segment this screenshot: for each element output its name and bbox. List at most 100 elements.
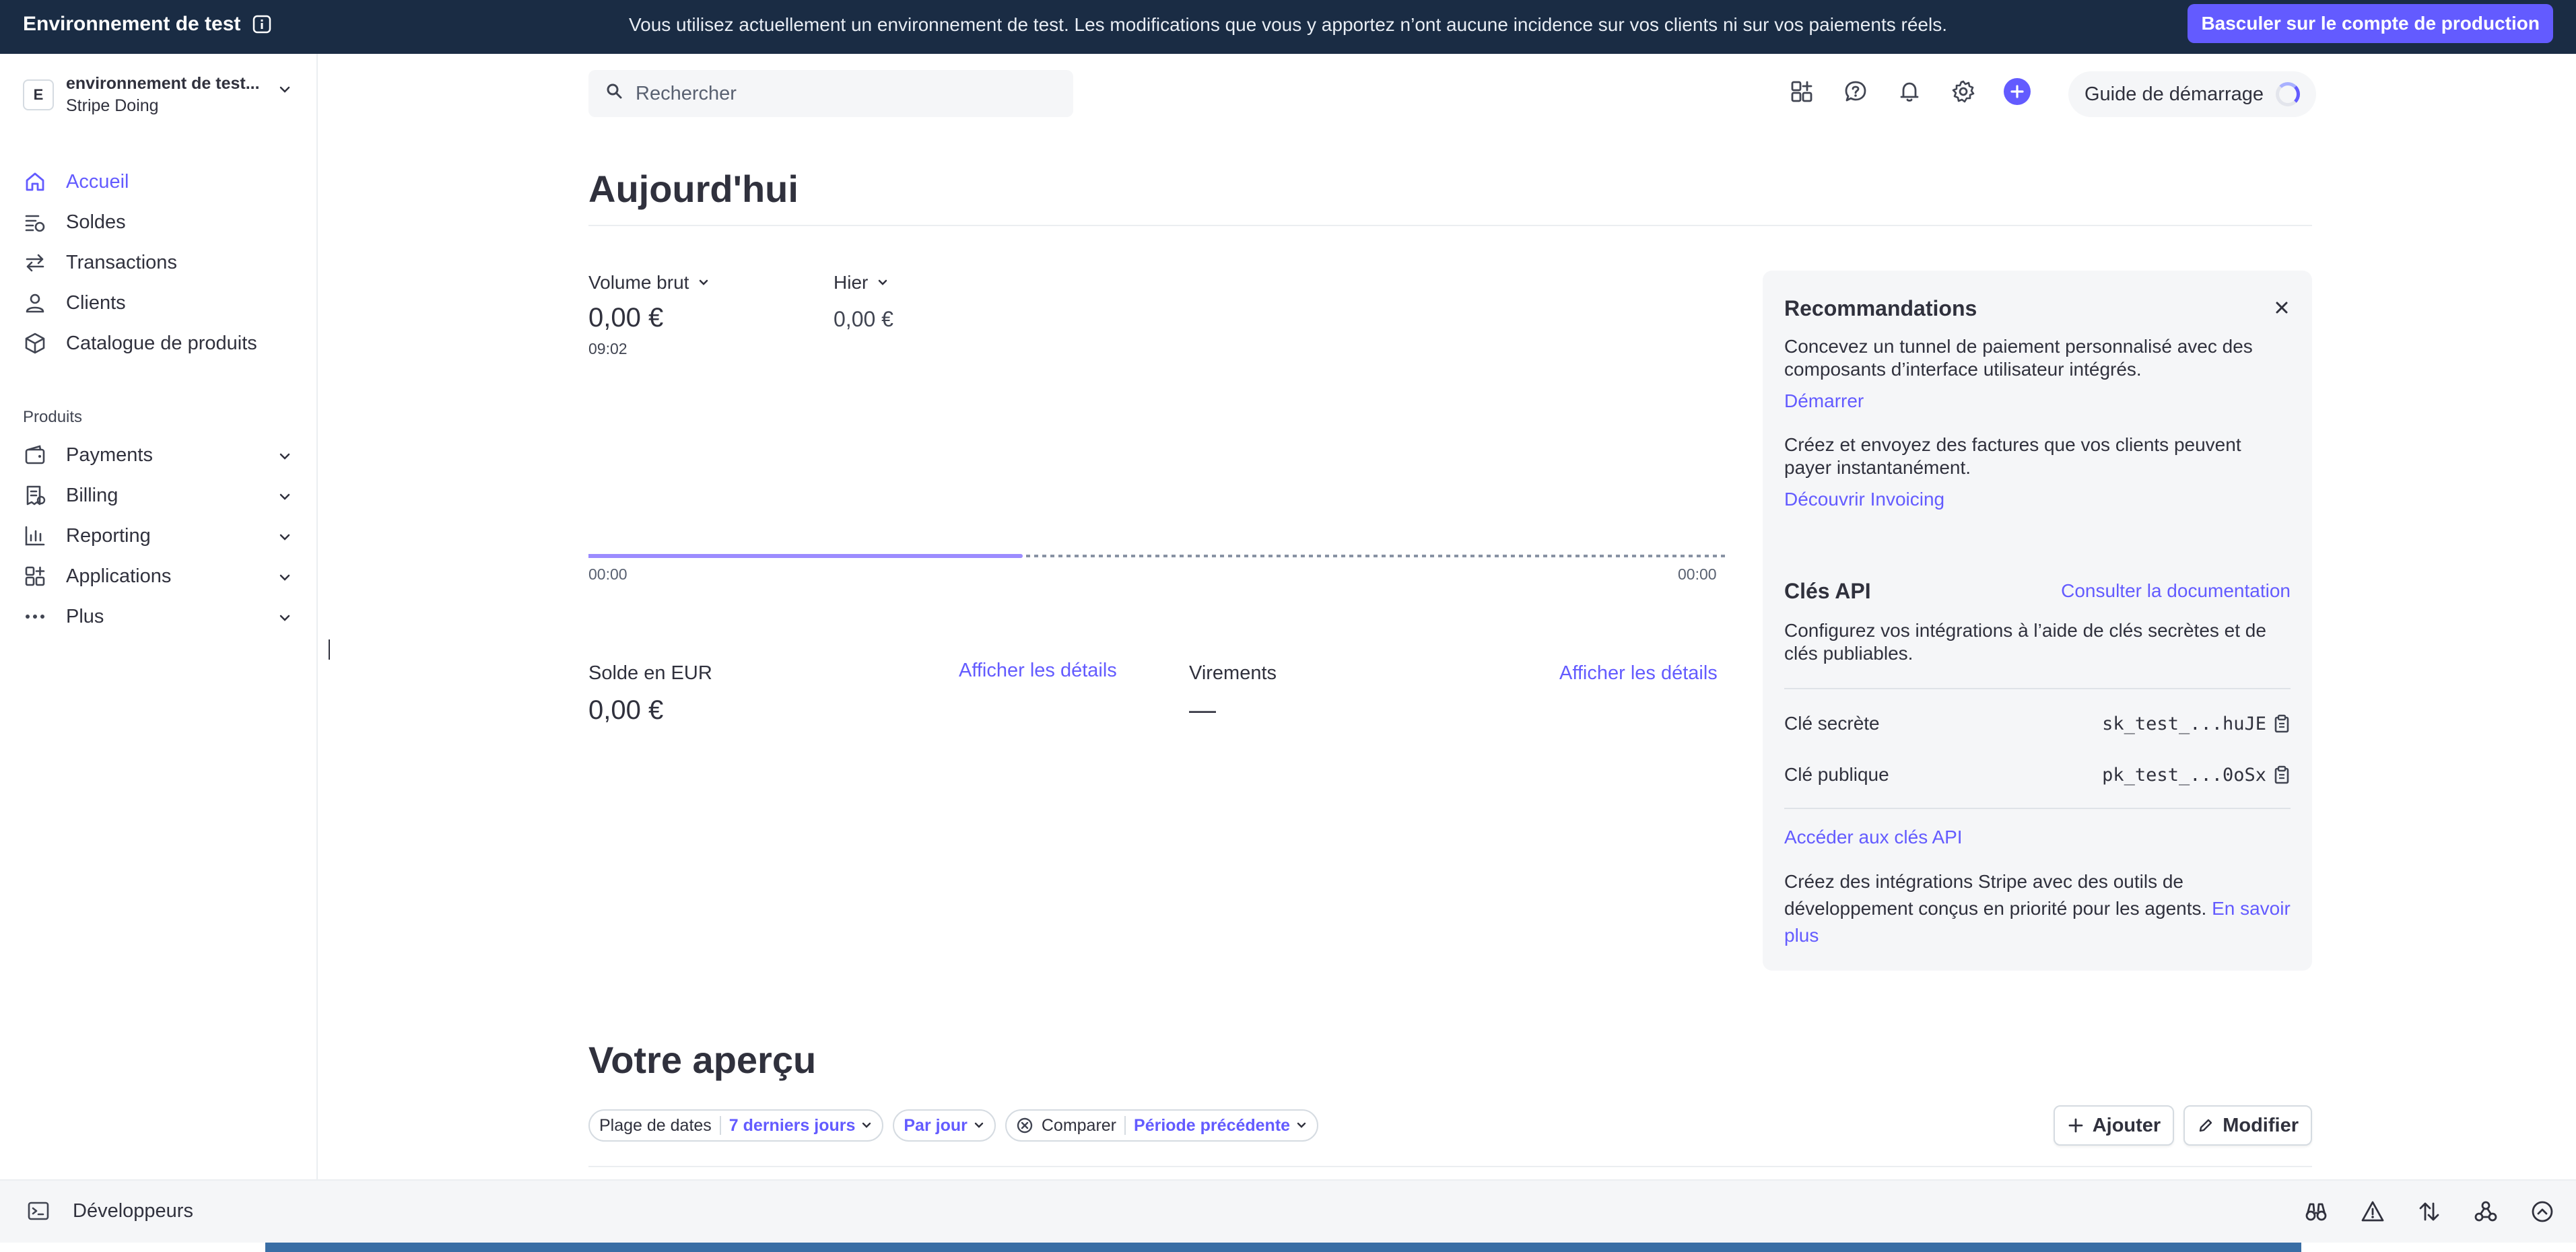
text-cursor [329,639,330,660]
secret-key-value: sk_test_...huJE [2102,713,2266,734]
sidebar-item-billing[interactable]: Billing [23,475,292,516]
recommendations-title: Recommandations [1784,296,1977,320]
gross-volume-time: 09:02 [588,340,628,357]
account-sub: Stripe Doing [66,96,159,115]
copy-icon[interactable] [2273,765,2291,785]
yesterday-metric: Hier 0,00 € [834,272,893,332]
plus-icon [2068,1118,2083,1133]
api-keys-link[interactable]: Accéder aux clés API [1784,827,1963,848]
divider [1124,1116,1126,1135]
sidebar-item-reporting[interactable]: Reporting [23,516,292,556]
terminal-icon [28,1202,49,1220]
warning-icon[interactable] [2359,1198,2386,1225]
public-key-row: Clé publique pk_test_...0oSx [1784,758,2291,792]
search-placeholder: Rechercher [636,82,737,104]
overview-actions: Ajouter Modifier [2053,1105,2312,1146]
date-range-filter[interactable]: Plage de dates 7 derniers jours [588,1109,884,1142]
sidebar-item-clients[interactable]: Clients [23,283,292,323]
binoculars-icon[interactable] [2303,1198,2330,1225]
developers-bar: Développeurs [0,1179,2576,1243]
close-icon[interactable] [2272,298,2292,318]
sidebar: E environnement de test... Stripe Doing … [0,54,318,1179]
balance-value: 0,00 € [588,695,664,725]
products-section-label: Produits [23,408,83,426]
sidebar-item-label: Catalogue de produits [66,332,257,354]
sidebar-item-transactions[interactable]: Transactions [23,242,292,283]
developer-tools [2303,1198,2556,1225]
sidebar-item-accueil[interactable]: Accueil [23,162,292,202]
account-switcher[interactable]: E environnement de test... Stripe Doing [23,74,292,116]
help-icon[interactable] [1842,78,1869,105]
sidebar-item-label: Payments [66,444,153,466]
setup-guide-button[interactable]: Guide de démarrage [2068,71,2316,117]
api-keys-text: Configurez vos intégrations à l’aide de … [1784,620,2266,664]
chevron-down-icon [277,447,292,469]
sidebar-item-soldes[interactable]: Soldes [23,202,292,242]
switch-to-live-button[interactable]: Basculer sur le compte de production [2188,4,2553,43]
compare-value-group: Période précédente [1134,1116,1308,1136]
chevron-down-icon [1297,1122,1306,1128]
public-key-label: Clé publique [1784,764,1889,785]
recommendation-1-link[interactable]: Démarrer [1784,390,1864,412]
compare-filter[interactable]: Comparer Période précédente [1005,1109,1319,1142]
sidebar-item-plus[interactable]: Plus [23,596,292,637]
balance-card: Solde en EUR 0,00 € [588,662,712,726]
comparison-selector[interactable]: Hier [834,272,893,293]
create-plus-icon[interactable] [2004,78,2031,105]
agents-text: Créez des intégrations Stripe avec des o… [1784,871,2207,919]
home-icon [23,170,47,194]
divider [588,225,2312,226]
remove-circle-icon[interactable] [1016,1117,1033,1134]
interval-value: Par jour [904,1115,968,1135]
pencil-icon [2200,1119,2212,1132]
gross-volume-metric: Volume brut 0,00 € 09:02 [588,272,710,358]
compare-label: Comparer [1041,1115,1117,1135]
account-text: environnement de test... Stripe Doing [66,74,260,116]
add-button[interactable]: Ajouter [2053,1105,2175,1146]
bar-chart-icon [23,524,47,548]
compare-value: Période précédente [1134,1115,1291,1135]
sidebar-item-payments[interactable]: Payments [23,435,292,475]
balance-details-link[interactable]: Afficher les détails [959,660,1117,682]
sidebar-item-catalogue[interactable]: Catalogue de produits [23,323,292,363]
secret-key-value-group[interactable]: sk_test_...huJE [2102,714,2291,734]
gear-icon[interactable] [1950,78,1977,105]
overview-title: Votre aperçu [588,1039,817,1081]
progress-ring-icon [2276,82,2300,106]
chevron-down-icon [879,279,887,285]
yesterday-label: Hier [834,272,869,293]
apps-icon [23,564,47,588]
gross-volume-selector[interactable]: Volume brut [588,272,710,293]
divider [719,1116,721,1135]
apps-icon[interactable] [1788,78,1815,105]
yesterday-value: 0,00 € [834,307,893,331]
search-input[interactable]: Rechercher [588,70,1073,117]
api-keys-title: Clés API [1784,579,1871,603]
chart-end-tick: 00:00 [1678,565,1717,583]
sidebar-item-applications[interactable]: Applications [23,556,292,596]
sidebar-item-label: Accueil [66,170,129,193]
chevron-down-icon [277,528,292,550]
documentation-link[interactable]: Consulter la documentation [2061,580,2291,602]
public-key-value: pk_test_...0oSx [2102,764,2266,786]
bell-icon[interactable] [1896,78,1923,105]
edit-button[interactable]: Modifier [2183,1105,2312,1146]
public-key-value-group[interactable]: pk_test_...0oSx [2102,765,2291,786]
account-name: environnement de test... [66,74,260,93]
interval-filter[interactable]: Par jour [893,1109,996,1142]
chevron-up-circle-icon[interactable] [2529,1198,2556,1225]
header-actions [1788,78,2031,105]
chevron-down-icon [974,1122,984,1128]
edit-button-label: Modifier [2223,1114,2299,1136]
recommendation-2-link[interactable]: Découvrir Invoicing [1784,489,1944,510]
webhooks-icon[interactable] [2472,1198,2499,1225]
interval-value-group: Par jour [904,1116,984,1136]
wallet-icon [23,443,47,467]
more-icon [23,604,47,629]
developers-toggle[interactable]: Développeurs [27,1199,193,1222]
sort-arrows-icon[interactable] [2416,1198,2443,1225]
payouts-value: — [1189,695,1216,725]
sidebar-item-label: Transactions [66,251,177,273]
copy-icon[interactable] [2273,714,2291,734]
payouts-details-link[interactable]: Afficher les détails [1559,662,1718,685]
